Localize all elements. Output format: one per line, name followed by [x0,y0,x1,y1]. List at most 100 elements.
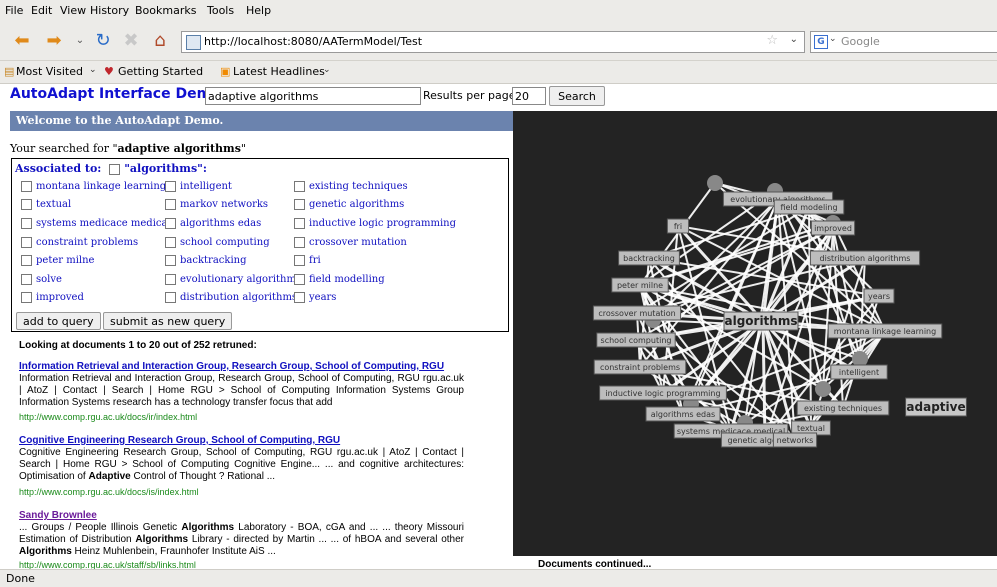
term-label[interactable]: systems medicace medical [36,218,171,229]
menu-view[interactable]: View [60,4,86,17]
associated-term-item[interactable]: distribution algorithms [165,292,297,303]
graph-node-label[interactable]: montana linkage learning [834,327,936,336]
history-dropdown-icon[interactable]: ⌄ [70,31,90,51]
term-label[interactable]: evolutionary algorithms [180,274,301,285]
graph-node-label[interactable]: years [868,292,890,301]
associated-term-item[interactable]: constraint problems [21,237,138,248]
term-checkbox[interactable] [165,292,176,303]
term-label[interactable]: inductive logic programming [309,218,456,229]
term-checkbox[interactable] [294,255,305,266]
term-checkbox[interactable] [294,199,305,210]
term-label[interactable]: montana linkage learning [36,181,166,192]
term-label[interactable]: crossover mutation [309,237,407,248]
graph-node-label[interactable]: textual [797,424,825,433]
associated-all-checkbox[interactable] [109,163,121,175]
graph-node-label[interactable]: algorithms edas [651,410,715,419]
submit-new-query-button[interactable]: submit as new query [103,312,233,330]
term-label[interactable]: textual [36,199,71,210]
graph-node-label[interactable]: fri [674,222,682,231]
term-label[interactable]: distribution algorithms [180,292,297,303]
term-checkbox[interactable] [294,292,305,303]
term-label[interactable]: improved [36,292,84,303]
bookmark-most-visited[interactable]: Most Visited [16,65,83,78]
term-label[interactable]: backtracking [180,255,246,266]
term-checkbox[interactable] [21,199,32,210]
graph-node-label[interactable]: intelligent [839,368,879,377]
associated-term-item[interactable]: inductive logic programming [294,218,456,229]
associated-term-item[interactable]: evolutionary algorithms [165,274,301,285]
term-label[interactable]: solve [36,274,62,285]
term-label[interactable]: fri [309,255,321,266]
term-label[interactable]: field modelling [309,274,385,285]
search-button[interactable]: Search [549,86,605,106]
term-checkbox[interactable] [165,199,176,210]
graph-node-label[interactable]: constraint problems [600,363,680,372]
stop-icon[interactable]: ✖ [121,31,141,51]
search-engine-box[interactable]: G ⌄ Google [810,31,997,53]
query-input[interactable] [205,87,421,105]
menu-history[interactable]: History [90,4,129,17]
menu-bookmarks[interactable]: Bookmarks [135,4,196,17]
result-title-link[interactable]: Cognitive Engineering Research Group, Sc… [19,435,340,446]
url-dropdown-icon[interactable]: ⌄ [790,34,798,45]
graph-node-label[interactable]: school computing [601,336,672,345]
graph-node-label[interactable]: existing techniques [804,404,882,413]
associated-term-item[interactable]: systems medicace medical [21,218,171,229]
bookmark-star-icon[interactable]: ☆ [766,33,778,48]
menu-help[interactable]: Help [246,4,271,17]
graph-center-node[interactable]: algorithms [724,314,797,328]
associated-term-item[interactable]: intelligent [165,181,232,192]
term-label[interactable]: constraint problems [36,237,138,248]
term-label[interactable]: algorithms edas [180,218,261,229]
reload-icon[interactable]: ↻ [93,31,113,51]
bookmark-getting-started[interactable]: Getting Started [118,65,203,78]
forward-arrow-icon[interactable]: ➡ [44,31,64,51]
graph-node-label[interactable]: peter milne [617,281,663,290]
graph-node-label[interactable]: backtracking [623,254,675,263]
term-checkbox[interactable] [165,181,176,192]
term-checkbox[interactable] [21,255,32,266]
associated-term-item[interactable]: montana linkage learning [21,181,166,192]
term-checkbox[interactable] [165,218,176,229]
back-arrow-icon[interactable]: ⬅ [12,31,32,51]
term-checkbox[interactable] [165,237,176,248]
term-checkbox[interactable] [294,274,305,285]
term-checkbox[interactable] [21,237,32,248]
associated-term-item[interactable]: textual [21,199,71,210]
result-title-link[interactable]: Information Retrieval and Interaction Gr… [19,361,444,372]
term-checkbox[interactable] [21,181,32,192]
term-label[interactable]: genetic algorithms [309,199,404,210]
graph-node-label[interactable]: inductive logic programming [605,389,720,398]
term-checkbox[interactable] [294,181,305,192]
menu-file[interactable]: File [5,4,23,17]
home-icon[interactable]: ⌂ [150,31,170,51]
term-label[interactable]: markov networks [180,199,268,210]
associated-term-item[interactable]: backtracking [165,255,246,266]
bookmark-latest-headlines[interactable]: Latest Headlines [233,65,325,78]
term-label[interactable]: years [309,292,336,303]
associated-term-item[interactable]: field modelling [294,274,385,285]
graph-node-label[interactable]: networks [777,436,814,445]
term-checkbox[interactable] [294,218,305,229]
associated-term-item[interactable]: crossover mutation [294,237,407,248]
graph-query-node[interactable]: adaptive [906,400,965,414]
term-label[interactable]: intelligent [180,181,232,192]
graph-node-label[interactable]: crossover mutation [598,309,675,318]
term-checkbox[interactable] [165,274,176,285]
menu-edit[interactable]: Edit [31,4,52,17]
engine-dropdown-icon[interactable]: ⌄ [829,34,837,44]
associated-term-item[interactable]: markov networks [165,199,268,210]
url-bar[interactable]: http://localhost:8080/AATermModel/Test ☆… [181,31,805,53]
associated-term-item[interactable]: existing techniques [294,181,408,192]
results-per-page-input[interactable] [512,87,546,105]
term-checkbox[interactable] [21,274,32,285]
term-graph-panel[interactable]: evolutionary algorithms field modeling fri… [513,111,997,556]
associated-term-item[interactable]: improved [21,292,84,303]
term-checkbox[interactable] [294,237,305,248]
associated-term-item[interactable]: fri [294,255,321,266]
graph-node-label[interactable]: improved [814,224,852,233]
graph-node-label[interactable]: distribution algorithms [820,254,911,263]
term-label[interactable]: school computing [180,237,270,248]
associated-term-item[interactable]: school computing [165,237,270,248]
google-icon[interactable]: G [814,35,828,49]
